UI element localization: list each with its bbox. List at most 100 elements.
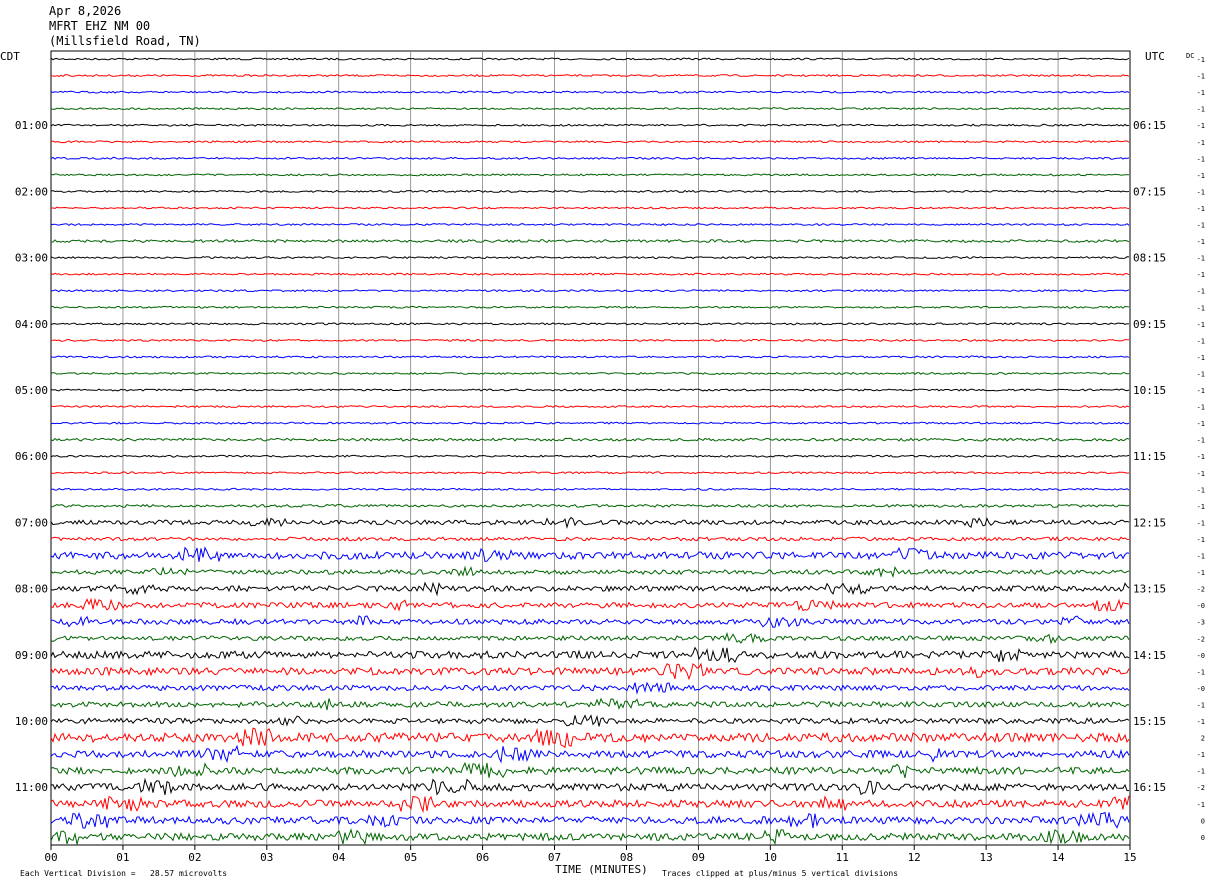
trace-32 <box>50 581 1130 597</box>
dc-offset-2: -1 <box>1197 89 1205 97</box>
dc-offset-5: -1 <box>1197 139 1205 147</box>
dc-offset-3: -1 <box>1197 106 1205 114</box>
dc-offset-21: -1 <box>1197 404 1205 412</box>
x-tick-label-06: 06 <box>476 851 489 864</box>
trace-11 <box>50 238 1130 244</box>
left-time-label-10: 11:00 <box>15 781 48 794</box>
dc-offset-38: -0 <box>1197 685 1205 693</box>
dc-offset-19: -1 <box>1197 370 1205 378</box>
trace-6 <box>50 156 1130 160</box>
plot-frame <box>50 50 1131 846</box>
right-time-label-6: 12:15 <box>1133 516 1166 529</box>
dc-offset-10: -1 <box>1197 222 1205 230</box>
dc-offset-45: -1 <box>1197 801 1205 809</box>
trace-16 <box>50 322 1130 326</box>
left-time-label-8: 09:00 <box>15 649 48 662</box>
trace-46 <box>50 811 1130 829</box>
x-tick-label-12: 12 <box>908 851 921 864</box>
dc-offset-28: -1 <box>1197 519 1205 527</box>
dc-offset-1: -1 <box>1197 73 1205 81</box>
dc-offset-20: -1 <box>1197 387 1205 395</box>
dc-offset-11: -1 <box>1197 238 1205 246</box>
trace-7 <box>50 173 1129 177</box>
dc-offset-44: -2 <box>1197 784 1205 792</box>
dc-offset-17: -1 <box>1197 337 1205 345</box>
trace-20 <box>50 388 1130 392</box>
x-tick-label-05: 05 <box>404 851 417 864</box>
dc-offset-34: -3 <box>1197 619 1205 627</box>
left-time-label-3: 04:00 <box>15 318 48 331</box>
dc-offset-33: -0 <box>1197 602 1205 610</box>
x-tick-label-01: 01 <box>116 851 129 864</box>
dc-offset-6: -1 <box>1197 155 1205 163</box>
dc-offset-46: 0 <box>1201 817 1205 825</box>
trace-37 <box>50 662 1130 681</box>
trace-17 <box>50 338 1130 342</box>
trace-10 <box>50 222 1130 227</box>
trace-13 <box>50 272 1130 276</box>
left-time-label-9: 10:00 <box>15 715 48 728</box>
dc-offset-8: -1 <box>1197 188 1205 196</box>
dc-offset-16: -1 <box>1197 321 1205 329</box>
trace-19 <box>50 371 1130 375</box>
dc-offset-24: -1 <box>1197 453 1205 461</box>
trace-0 <box>50 57 1130 61</box>
trace-43 <box>50 761 1130 779</box>
left-time-label-7: 08:00 <box>15 583 48 596</box>
right-time-label-5: 11:15 <box>1133 450 1166 463</box>
trace-28 <box>50 516 1130 529</box>
x-tick-label-03: 03 <box>260 851 273 864</box>
x-tick-label-08: 08 <box>620 851 633 864</box>
x-tick-label-13: 13 <box>980 851 993 864</box>
trace-35 <box>50 631 1130 645</box>
left-time-label-5: 06:00 <box>15 450 48 463</box>
dc-offset-7: -1 <box>1197 172 1205 180</box>
right-time-label-1: 07:15 <box>1133 185 1166 198</box>
x-tick-label-15: 15 <box>1123 851 1136 864</box>
trace-4 <box>50 123 1130 127</box>
trace-44 <box>50 777 1130 796</box>
trace-27 <box>50 503 1130 508</box>
dc-offset-13: -1 <box>1197 271 1205 279</box>
right-time-label-2: 08:15 <box>1133 252 1166 265</box>
trace-5 <box>50 140 1130 144</box>
left-time-label-4: 05:00 <box>15 384 48 397</box>
trace-45 <box>50 795 1130 814</box>
trace-36 <box>50 646 1130 664</box>
trace-8 <box>50 189 1130 193</box>
dc-offset-9: -1 <box>1197 205 1205 213</box>
trace-38 <box>50 681 1130 695</box>
trace-22 <box>50 421 1130 425</box>
dc-offset-23: -1 <box>1197 437 1205 445</box>
dc-offset-40: -1 <box>1197 718 1205 726</box>
right-time-label-4: 10:15 <box>1133 384 1166 397</box>
dc-offset-37: -1 <box>1197 668 1205 676</box>
dc-offset-36: -0 <box>1197 652 1205 660</box>
right-time-label-0: 06:15 <box>1133 119 1166 132</box>
left-time-label-0: 01:00 <box>15 119 48 132</box>
dc-offset-30: -1 <box>1197 553 1205 561</box>
dc-offset-32: -2 <box>1197 586 1205 594</box>
trace-24 <box>50 454 1130 458</box>
left-time-label-2: 03:00 <box>15 252 48 265</box>
x-tick-label-04: 04 <box>332 851 346 864</box>
trace-29 <box>50 536 1129 542</box>
trace-39 <box>50 697 1130 711</box>
trace-12 <box>50 256 1130 260</box>
dc-offset-41: 2 <box>1201 735 1205 743</box>
dc-offset-43: -1 <box>1197 768 1205 776</box>
trace-30 <box>50 546 1130 562</box>
dc-offset-39: -1 <box>1197 701 1205 709</box>
dc-offset-31: -1 <box>1197 569 1205 577</box>
right-time-label-3: 09:15 <box>1133 318 1166 331</box>
dc-offset-18: -1 <box>1197 354 1205 362</box>
trace-31 <box>50 565 1130 578</box>
x-tick-label-02: 02 <box>188 851 201 864</box>
right-time-label-8: 14:15 <box>1133 649 1166 662</box>
x-tick-label-07: 07 <box>548 851 561 864</box>
x-tick-label-09: 09 <box>692 851 705 864</box>
dc-offset-14: -1 <box>1197 288 1205 296</box>
dc-offset-27: -1 <box>1197 503 1205 511</box>
trace-9 <box>50 206 1130 210</box>
dc-offset-42: -1 <box>1197 751 1205 759</box>
